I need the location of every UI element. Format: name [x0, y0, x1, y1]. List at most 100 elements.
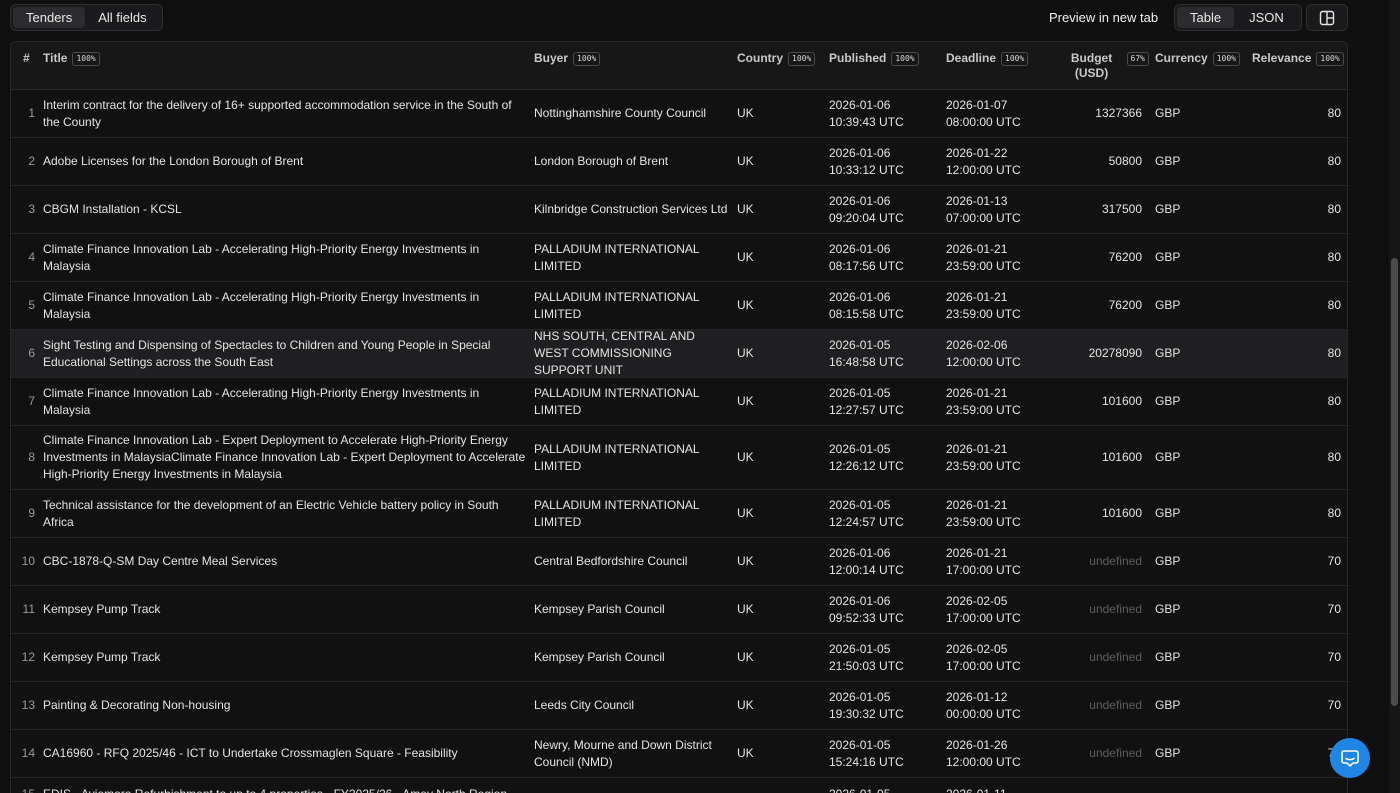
country-cell: UK — [737, 202, 754, 216]
buyer-cell: PALLADIUM INTERNATIONAL LIMITED — [534, 441, 700, 473]
row-index: 9 — [28, 506, 35, 520]
title-cell: Adobe Licenses for the London Borough of… — [43, 154, 304, 168]
tab-all-fields[interactable]: All fields — [85, 7, 159, 28]
published-cell: 2026-01-05 12:24:57 UTC — [829, 497, 904, 529]
published-cell: 2026-01-05 15:24:16 UTC — [829, 737, 904, 769]
country-cell: UK — [737, 602, 754, 616]
country-cell: UK — [737, 346, 754, 360]
budget-cell — [1051, 778, 1142, 793]
table-row[interactable]: 6 Sight Testing and Dispensing of Spectac… — [11, 329, 1347, 378]
completeness-badge: 100% — [1001, 52, 1029, 66]
table-row[interactable]: 4 Climate Finance Innovation Lab - Accele… — [11, 234, 1347, 282]
deadline-cell: 2026-01-21 17:00:00 UTC — [946, 545, 1021, 577]
country-cell: UK — [737, 106, 754, 120]
table-row[interactable]: 1 Interim contract for the delivery of 16… — [11, 90, 1347, 138]
completeness-badge: 100% — [788, 52, 816, 66]
column-header-published[interactable]: Published 100% — [829, 51, 919, 66]
column-header-currency[interactable]: Currency 100% — [1155, 51, 1240, 66]
currency-cell: GBP — [1155, 250, 1181, 264]
budget-cell: 101600 — [1101, 450, 1142, 464]
deadline-cell: 2026-01-21 23:59:00 UTC — [946, 289, 1021, 321]
country-cell: UK — [737, 650, 754, 664]
preview-in-new-tab-link[interactable]: Preview in new tab — [1049, 10, 1158, 25]
column-header-deadline[interactable]: Deadline 100% — [946, 51, 1029, 66]
budget-cell: 101600 — [1101, 394, 1142, 408]
deadline-cell: 2026-01-11 — [946, 778, 1056, 793]
row-index: 14 — [21, 746, 35, 760]
title-cell: Climate Finance Innovation Lab - Expert … — [43, 433, 526, 481]
column-header-title[interactable]: Title 100% — [43, 51, 100, 66]
relevance-cell: 70 — [1327, 602, 1341, 616]
published-cell: 2026-01-06 10:39:43 UTC — [829, 97, 904, 129]
table-row[interactable]: 14 CA16960 - RFQ 2025/46 - ICT to Underta… — [11, 730, 1347, 778]
buyer-cell: PALLADIUM INTERNATIONAL LIMITED — [534, 241, 700, 273]
deadline-cell: 2026-01-21 23:59:00 UTC — [946, 241, 1021, 273]
table-row[interactable]: 9 Technical assistance for the developmen… — [11, 490, 1347, 538]
title-cell: Technical assistance for the development… — [43, 497, 499, 529]
completeness-badge: 100% — [72, 52, 100, 66]
title-cell: Interim contract for the delivery of 16+… — [43, 97, 512, 129]
budget-cell: 76200 — [1108, 298, 1142, 312]
deadline-cell: 2026-01-12 00:00:00 UTC — [946, 689, 1021, 721]
country-cell: UK — [737, 394, 754, 408]
layout-panels-icon — [1319, 10, 1335, 25]
column-header-index[interactable]: # — [23, 51, 30, 66]
row-index: 1 — [28, 106, 35, 120]
published-cell: 2026-01-05 19:30:32 UTC — [829, 689, 904, 721]
title-cell: Kempsey Pump Track — [43, 602, 161, 616]
title-cell: Climate Finance Innovation Lab - Acceler… — [43, 385, 480, 417]
column-header-relevance[interactable]: Relevance 100% — [1252, 51, 1344, 66]
page-scrollbar[interactable] — [1389, 0, 1400, 793]
relevance-cell: 80 — [1327, 154, 1341, 168]
published-cell: 2026-01-06 09:20:04 UTC — [829, 193, 904, 225]
budget-cell: 317500 — [1101, 202, 1142, 216]
relevance-cell: 80 — [1327, 106, 1341, 120]
table-row[interactable]: 5 Climate Finance Innovation Lab - Accele… — [11, 282, 1347, 330]
table-row[interactable]: 8 Climate Finance Innovation Lab - Expert… — [11, 426, 1347, 490]
budget-cell: 20278090 — [1088, 346, 1142, 360]
column-header-country[interactable]: Country 100% — [737, 51, 816, 66]
row-index: 6 — [28, 346, 35, 360]
chat-bubble-icon — [1341, 750, 1359, 768]
table-row[interactable]: 11 Kempsey Pump Track Kempsey Parish Counc… — [11, 586, 1347, 634]
deadline-cell: 2026-01-07 08:00:00 UTC — [946, 97, 1021, 129]
table-row[interactable]: 7 Climate Finance Innovation Lab - Accele… — [11, 378, 1347, 426]
relevance-cell: 70 — [1241, 730, 1341, 777]
row-index: 7 — [28, 394, 35, 408]
country-cell: UK — [737, 554, 754, 568]
column-header-budget[interactable]: Budget (USD)67% — [1051, 51, 1149, 81]
published-cell: 2026-01-06 08:17:56 UTC — [829, 241, 904, 273]
currency-cell: GBP — [1155, 450, 1181, 464]
view-json-button[interactable]: JSON — [1234, 7, 1299, 28]
published-cell: 2026-01-06 12:00:14 UTC — [829, 545, 904, 577]
buyer-cell: Leeds City Council — [534, 698, 635, 712]
tab-tenders[interactable]: Tenders — [13, 7, 86, 28]
view-toggle: Table JSON — [1174, 4, 1302, 31]
layout-toggle-button[interactable] — [1306, 4, 1348, 31]
table-row[interactable]: 10 CBC-1878-Q-SM Day Centre Meal Services… — [11, 538, 1347, 586]
completeness-badge: 100% — [891, 52, 919, 66]
chat-launcher-button[interactable] — [1330, 738, 1370, 778]
view-table-button[interactable]: Table — [1177, 7, 1235, 28]
currency-cell: GBP — [1155, 698, 1181, 712]
budget-cell: undefined — [1089, 650, 1142, 664]
country-cell — [737, 778, 817, 793]
table-row[interactable]: 13 Painting & Decorating Non-housing Leeds… — [11, 682, 1347, 730]
table-row[interactable]: 15 EDIS - Aviemore Refurbishment to up to… — [11, 778, 1347, 793]
column-header-buyer[interactable]: Buyer 100% — [534, 51, 601, 66]
currency-cell: GBP — [1155, 154, 1181, 168]
table-row[interactable]: 2 Adobe Licenses for the London Borough o… — [11, 138, 1347, 186]
published-cell: 2026-01-05 21:50:03 UTC — [829, 641, 904, 673]
row-index: 8 — [28, 450, 35, 464]
scrollbar-thumb[interactable] — [1391, 258, 1398, 706]
budget-cell: undefined — [1089, 554, 1142, 568]
table-row[interactable]: 3 CBGM Installation - KCSL Kilnbridge Cons… — [11, 186, 1347, 234]
country-cell: UK — [737, 450, 754, 464]
budget-cell: undefined — [1089, 746, 1142, 760]
relevance-cell: 80 — [1327, 298, 1341, 312]
budget-cell: undefined — [1089, 602, 1142, 616]
currency-cell: GBP — [1155, 554, 1181, 568]
budget-cell: undefined — [1089, 698, 1142, 712]
table-row[interactable]: 12 Kempsey Pump Track Kempsey Parish Counc… — [11, 634, 1347, 682]
budget-cell: 1327366 — [1095, 106, 1142, 120]
